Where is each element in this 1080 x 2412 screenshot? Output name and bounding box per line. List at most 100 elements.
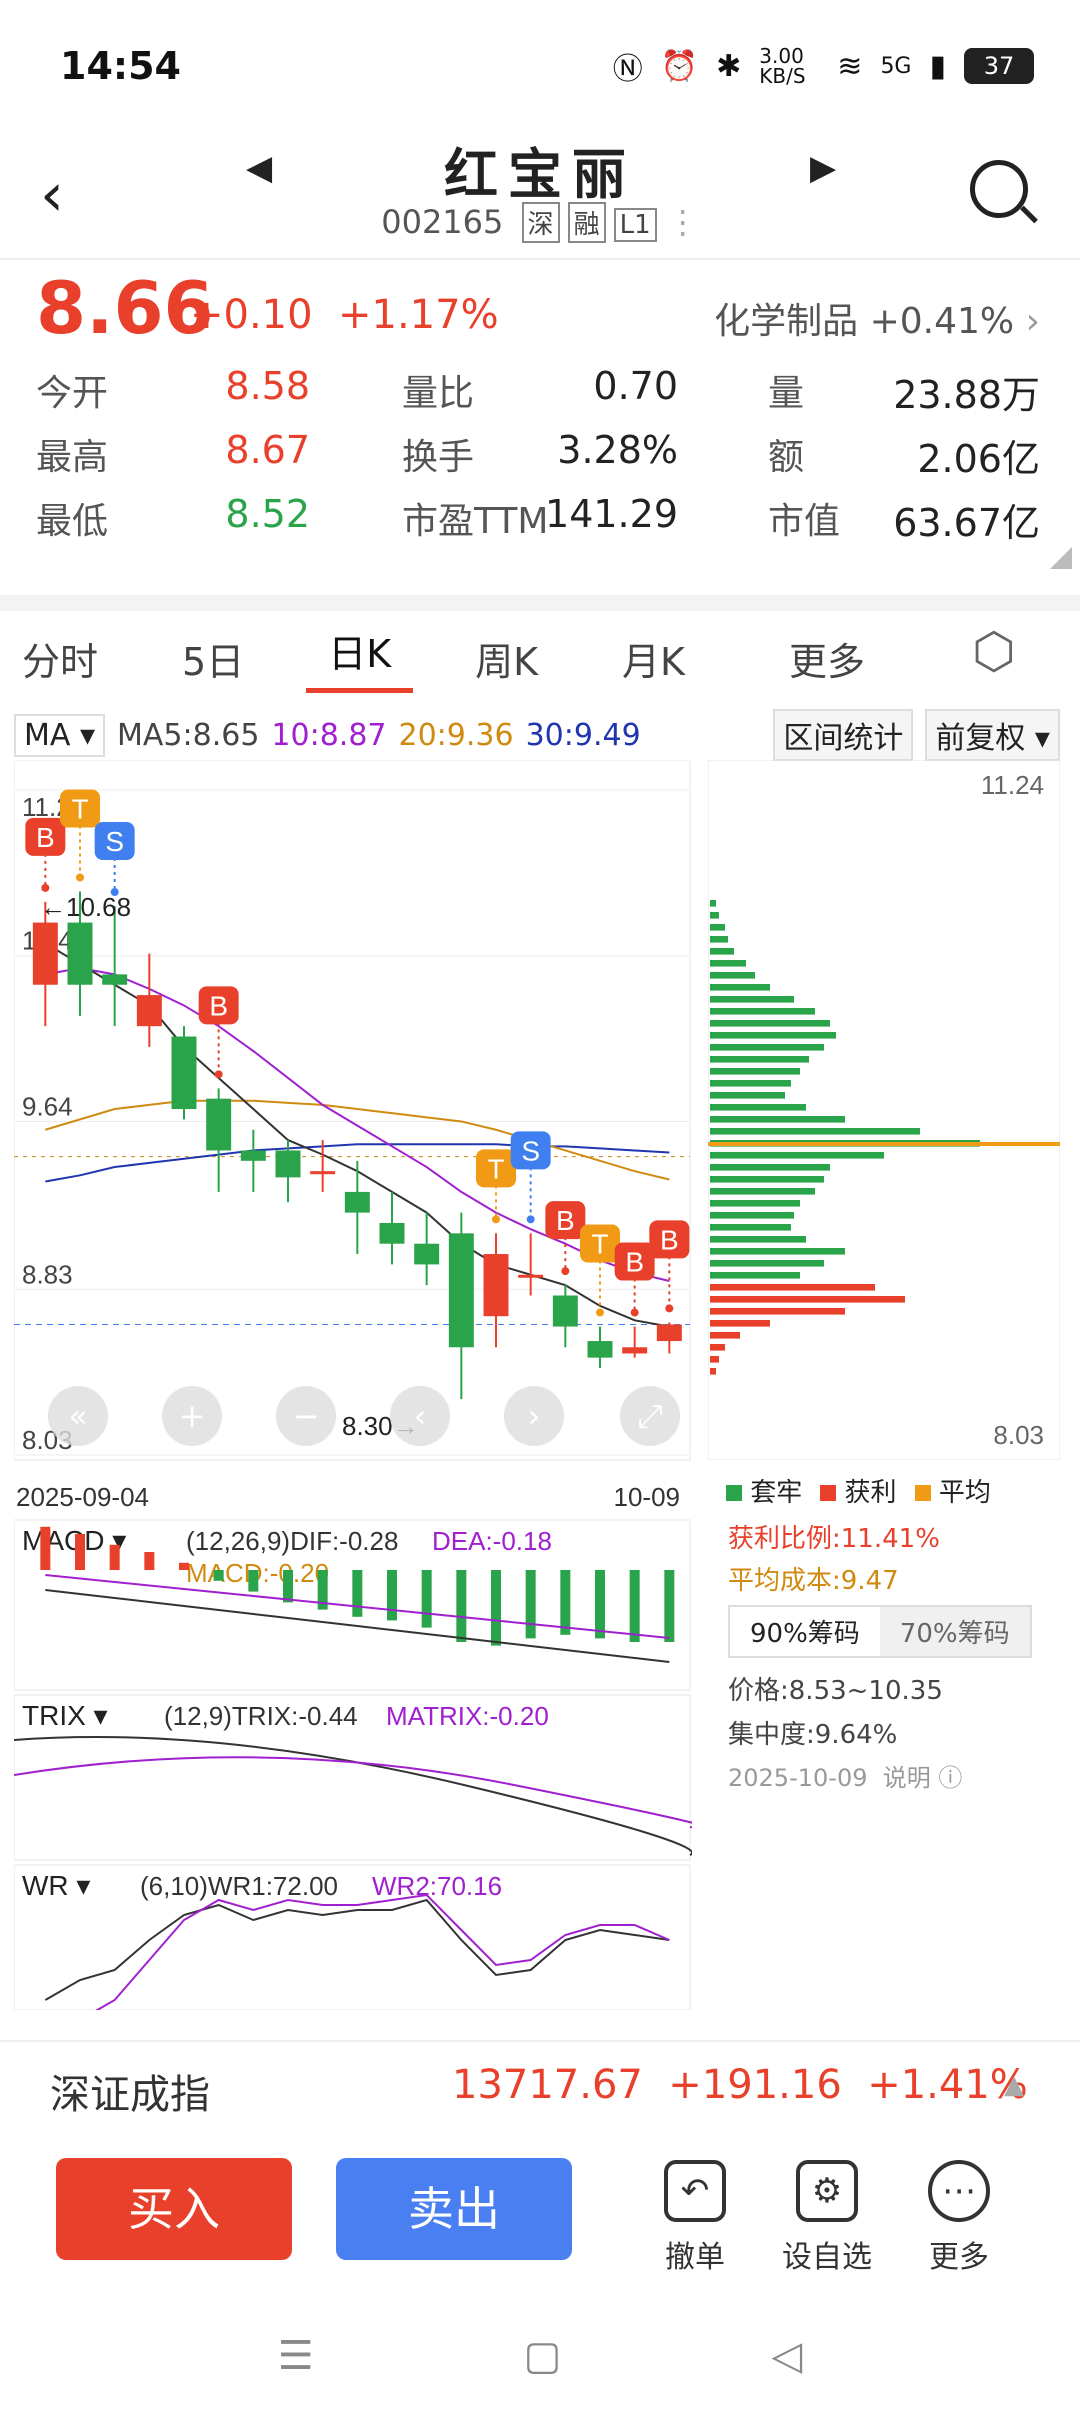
index-value: 13717.67 <box>452 2062 643 2108</box>
price-change: +0.10 +1.17% <box>190 292 499 338</box>
signal-dot <box>665 1304 674 1313</box>
rewind-icon-glyph: « <box>68 1397 88 1435</box>
stat-label: 额 <box>768 437 805 478</box>
chip-bar <box>710 1368 716 1375</box>
chip-tab-90[interactable]: 90%筹码 <box>730 1607 880 1656</box>
macd-bar <box>40 1526 51 1570</box>
next-stock-icon[interactable]: ▶ <box>810 148 836 188</box>
candle-body <box>448 1233 474 1348</box>
ma-select[interactable]: MA ▾ <box>14 713 106 757</box>
chip-bar <box>710 1092 785 1099</box>
sell-button[interactable]: 卖出 <box>336 2158 572 2260</box>
wr1-label: (6,10)WR1:72.00 <box>140 1871 338 1901</box>
tab-0[interactable]: 分时 <box>0 631 120 686</box>
stat-label: 最高 <box>36 437 109 478</box>
add-watchlist-action[interactable]: ⚙ 设自选 <box>772 2160 882 2276</box>
stock-code-row: 002165 深融 L1 ⋮ <box>0 202 1080 243</box>
cancel-order-icon: ↶ <box>664 2160 726 2222</box>
chip-bar <box>710 1008 815 1015</box>
candle-body <box>240 1150 266 1161</box>
kline-chart[interactable]: 11.2410.449.648.838.03BTSBTSBTBB←10.688.… <box>14 760 692 2010</box>
macd-bar <box>179 1562 189 1570</box>
tab-1[interactable]: 5日 <box>160 631 266 686</box>
stat-value: 8.67 <box>225 428 310 472</box>
status-time: 14:54 <box>60 44 181 88</box>
stat-value: 141.29 <box>545 492 678 536</box>
system-nav-bar: ☰ ▢ ◁ <box>0 2300 1080 2412</box>
range-stats-button[interactable]: 区间统计 <box>773 709 914 761</box>
home-icon[interactable]: ▢ <box>524 2333 562 2379</box>
signal-dot <box>41 883 50 892</box>
macd-dif-label: (12,26,9)DIF:-0.28 <box>186 1526 398 1556</box>
stat-label: 换手 <box>402 437 475 478</box>
chip-bar <box>710 936 728 943</box>
chevron-right-icon: › <box>1025 301 1040 342</box>
macd-bar <box>213 1570 224 1581</box>
search-icon[interactable] <box>970 160 1028 218</box>
signal-icon: ▮ <box>929 48 946 84</box>
chip-tab-70[interactable]: 70%筹码 <box>879 1607 1030 1656</box>
ma5-label: MA5:8.65 <box>117 717 260 753</box>
sector-link[interactable]: 化学制品 +0.41% › <box>714 292 1040 344</box>
index-change: +191.16 <box>668 2062 842 2108</box>
legend-trapped: 套牢 <box>726 1472 802 1509</box>
tab-4[interactable]: 月K <box>600 631 707 686</box>
stat-value: 3.28% <box>557 428 678 472</box>
adjust-select[interactable]: 前复权 ▾ <box>925 709 1060 761</box>
chip-bar <box>710 1152 884 1159</box>
nfc-icon: Ⓝ <box>612 52 643 87</box>
stat-value: 23.88万 <box>893 373 1040 417</box>
cancel-order-action[interactable]: ↶ 撤单 <box>640 2160 750 2276</box>
more-action[interactable]: ⋯ 更多 <box>904 2160 1014 2276</box>
chip-bar <box>710 1296 905 1303</box>
chip-distribution-chart: 11.24 8.03 <box>708 760 1060 1460</box>
change-abs: +0.10 <box>190 292 313 338</box>
candle-body <box>171 1036 197 1110</box>
menu-icon[interactable]: ☰ <box>278 2333 314 2379</box>
stat-value: 63.67亿 <box>893 501 1040 545</box>
stock-code: 002165 <box>381 203 504 241</box>
trix-label: (12,9)TRIX:-0.44 <box>164 1701 358 1731</box>
macd-bar <box>595 1570 605 1639</box>
chip-bar <box>710 1332 740 1339</box>
more-dots-icon[interactable]: ⋮ <box>667 203 699 241</box>
buy-button[interactable]: 买入 <box>56 2158 292 2260</box>
tab-5[interactable]: 更多 <box>767 631 887 686</box>
wifi-icon: ≋ <box>837 48 863 84</box>
settings-hex-icon[interactable]: ⬡ <box>972 622 1016 680</box>
tab-3[interactable]: 周K <box>453 631 560 686</box>
index-value-row: 13717.67 +191.16 +1.41% <box>452 2062 1028 2108</box>
candle-body <box>379 1222 405 1244</box>
wr-title: WR ▾ <box>22 1870 90 1901</box>
more-icon: ⋯ <box>928 2160 990 2222</box>
chip-bar <box>710 912 719 919</box>
signal-label: T <box>591 1229 608 1260</box>
signal-label: B <box>209 990 228 1021</box>
candle-body <box>518 1274 544 1278</box>
expand-corner-icon[interactable] <box>1050 547 1072 569</box>
net-speed: 3.00 KB/S <box>759 44 806 88</box>
tab-2[interactable]: 日K <box>306 623 414 693</box>
stat-label: 量 <box>768 373 805 414</box>
signal-dot <box>76 873 84 882</box>
chip-bar <box>710 1032 836 1039</box>
stat-label: 量比 <box>402 373 475 414</box>
chip-bar <box>710 960 746 967</box>
macd-bar <box>283 1570 293 1603</box>
expand-up-icon[interactable]: ▲ <box>1004 2070 1024 2100</box>
ma-indicator-bar: MA ▾ MA5:8.65 10:8.87 20:9.36 30:9.49 区间… <box>0 705 1080 765</box>
wr1-line <box>44 1898 670 2001</box>
macd-bar <box>456 1570 467 1642</box>
candle-body <box>310 1171 336 1175</box>
chip-note-link[interactable]: 说明 ⓘ <box>875 1764 963 1792</box>
index-ticker[interactable]: 深证成指 13717.67 +191.16 +1.41% ▲ <box>0 2040 1080 2130</box>
candle-body <box>136 995 162 1027</box>
macd-bar <box>629 1570 640 1642</box>
tag-margin: 融 <box>567 202 606 243</box>
chip-bar <box>710 1020 830 1027</box>
chip-bar <box>710 984 770 991</box>
ma20-label: 20:9.36 <box>398 717 514 753</box>
signal-label: B <box>36 822 55 853</box>
back-nav-icon[interactable]: ◁ <box>771 2333 802 2379</box>
legend-average: 平均 <box>914 1472 991 1509</box>
